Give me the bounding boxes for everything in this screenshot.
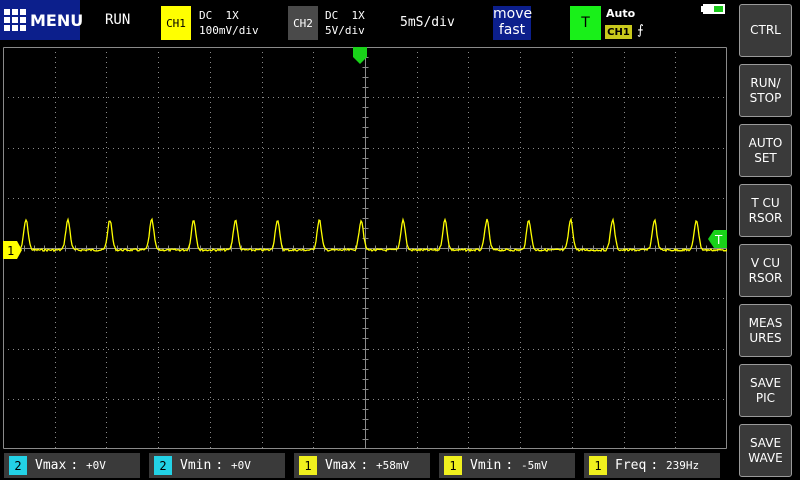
ch2-badge[interactable]: CH2 (288, 6, 318, 40)
measurement-value: -5mV (520, 459, 548, 472)
measures-button[interactable]: MEAS URES (739, 304, 792, 357)
trigger-marker-label: T (714, 233, 723, 247)
run-stop-button[interactable]: RUN/ STOP (739, 64, 792, 117)
measurement-ch1-vmax[interactable]: 1 Vmax: +58mV (294, 453, 430, 478)
measurement-value: 239Hz (665, 459, 700, 472)
move-label: move (493, 6, 533, 22)
channel-badge: 2 (9, 456, 27, 475)
measurement-label: Freq (615, 458, 647, 473)
measurement-ch2-vmax[interactable]: 2 Vmax: +0V (4, 453, 140, 478)
measurement-label: Vmin (180, 458, 212, 473)
ch1-coupling: DC 1X (199, 9, 239, 22)
right-panel: CTRL RUN/ STOP AUTO SET T CU RSOR V CU R… (739, 0, 800, 480)
graticule (3, 47, 727, 449)
channel-badge: 1 (589, 456, 607, 475)
trigger-mode[interactable]: Auto (606, 7, 635, 20)
battery-level (714, 6, 723, 12)
auto-set-button[interactable]: AUTO SET (739, 124, 792, 177)
channel-badge: 2 (154, 456, 172, 475)
ch1-level-marker[interactable]: 1 (3, 241, 22, 259)
ch2-settings[interactable]: DC 1X 5V/div (325, 8, 365, 38)
trigger-source[interactable]: CH1 (605, 25, 632, 39)
save-pic-button[interactable]: SAVE PIC (739, 364, 792, 417)
rising-edge-icon[interactable]: ⨍ (637, 23, 644, 38)
menu-label: MENU (30, 10, 84, 30)
ch1-marker-label: 1 (7, 244, 14, 258)
save-wave-button[interactable]: SAVE WAVE (739, 424, 792, 477)
ctrl-button[interactable]: CTRL (739, 4, 792, 57)
measurement-label: Vmax (35, 458, 67, 473)
ch1-scale: 100mV/div (199, 24, 259, 37)
ch1-settings[interactable]: DC 1X 100mV/div (199, 8, 259, 38)
ch2-scale: 5V/div (325, 24, 365, 37)
trigger-badge[interactable]: T (570, 6, 601, 40)
t-cursor-button[interactable]: T CU RSOR (739, 184, 792, 237)
measurement-ch1-vmin[interactable]: 1 Vmin: -5mV (439, 453, 575, 478)
run-status[interactable]: RUN (105, 12, 130, 28)
measurement-value: +58mV (375, 459, 410, 472)
measurement-label: Vmin (470, 458, 502, 473)
ch1-waveform (20, 217, 727, 253)
measurement-ch1-freq[interactable]: 1 Freq: 239Hz (584, 453, 720, 478)
v-cursor-button[interactable]: V CU RSOR (739, 244, 792, 297)
menu-button[interactable]: MENU (0, 0, 84, 40)
scope-screen[interactable]: 1 T (3, 47, 727, 449)
move-speed-toggle[interactable]: move fast (493, 6, 533, 40)
menu-grid-icon (4, 9, 26, 31)
trigger-position-marker[interactable] (353, 47, 367, 64)
channel-badge: 1 (299, 456, 317, 475)
measurement-label: Vmax (325, 458, 357, 473)
measurement-ch2-vmin[interactable]: 2 Vmin: +0V (149, 453, 285, 478)
measurement-value: +0V (230, 459, 251, 472)
timebase[interactable]: 5mS/div (400, 15, 455, 30)
channel-badge: 1 (444, 456, 462, 475)
trigger-level-marker[interactable]: T (708, 230, 727, 248)
measurement-value: +0V (85, 459, 106, 472)
move-speed-label: fast (498, 22, 526, 38)
ch1-badge[interactable]: CH1 (161, 6, 191, 40)
ch2-coupling: DC 1X (325, 9, 365, 22)
